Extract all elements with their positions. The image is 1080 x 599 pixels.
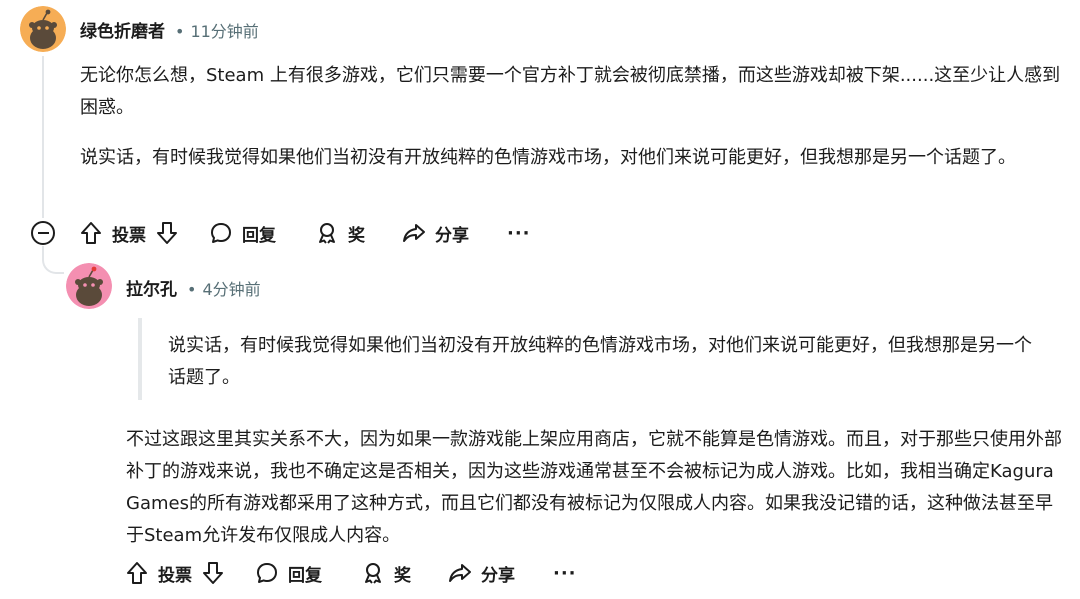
speech-bubble-icon	[254, 558, 280, 588]
comment-actions: 投票 回复 奖 分享 ···	[78, 218, 531, 248]
arrow-up-icon	[78, 218, 104, 248]
downvote-button[interactable]	[200, 558, 226, 588]
avatar[interactable]	[66, 263, 112, 309]
share-arrow-icon	[447, 558, 473, 588]
upvote-button[interactable]: 投票	[78, 218, 146, 248]
arrow-down-icon	[200, 558, 226, 588]
reply-label: 回复	[242, 225, 276, 246]
avatar[interactable]	[20, 6, 66, 52]
more-options-button[interactable]: ···	[507, 223, 531, 244]
thread-line[interactable]	[42, 56, 44, 218]
arrow-down-icon	[154, 218, 180, 248]
share-button[interactable]: 分享	[401, 218, 469, 248]
snoo-avatar-icon	[20, 6, 66, 52]
separator-dot: •	[175, 22, 185, 41]
comment-paragraph: 无论你怎么想，Steam 上有很多游戏，它们只需要一个官方补丁就会被彻底禁播，而…	[80, 65, 1061, 118]
award-ribbon-icon	[360, 558, 386, 588]
award-button[interactable]: 奖	[314, 218, 365, 248]
comment-header: 绿色折磨者 • 11分钟前	[80, 17, 259, 42]
vote-label: 投票	[112, 225, 146, 246]
username[interactable]: 拉尔孔	[126, 275, 177, 300]
share-label: 分享	[435, 225, 469, 246]
vote-label: 投票	[158, 565, 192, 586]
reply-button[interactable]: 回复	[254, 558, 322, 588]
separator-dot: •	[187, 280, 197, 299]
award-label: 奖	[394, 565, 411, 586]
reply-label: 回复	[288, 565, 322, 586]
timestamp[interactable]: 11分钟前	[190, 18, 258, 42]
award-button[interactable]: 奖	[360, 558, 411, 588]
arrow-up-icon	[124, 558, 150, 588]
collapse-thread-button[interactable]	[31, 221, 55, 245]
comment-paragraph: 不过这跟这里其实关系不大，因为如果一款游戏能上架应用商店，它就不能算是色情游戏。…	[126, 429, 1062, 546]
share-button[interactable]: 分享	[447, 558, 515, 588]
reply-button[interactable]: 回复	[208, 218, 276, 248]
comment-thread: 绿色折磨者 • 11分钟前 无论你怎么想，Steam 上有很多游戏，它们只需要一…	[0, 0, 1080, 599]
blockquote: 说实话，有时候我觉得如果他们当初没有开放纯粹的色情游戏市场，对他们来说可能更好，…	[138, 318, 1038, 400]
share-label: 分享	[481, 565, 515, 586]
more-options-button[interactable]: ···	[553, 563, 577, 584]
comment-paragraph: 说实话，有时候我觉得如果他们当初没有开放纯粹的色情游戏市场，对他们来说可能更好，…	[80, 147, 1016, 168]
award-ribbon-icon	[314, 218, 340, 248]
upvote-button[interactable]: 投票	[124, 558, 192, 588]
minus-icon	[37, 232, 49, 234]
downvote-button[interactable]	[154, 218, 180, 248]
snoo-avatar-icon	[66, 263, 112, 309]
comment-actions: 投票 回复 奖 分享 ···	[124, 558, 577, 588]
comment-header: 拉尔孔 • 4分钟前	[126, 275, 261, 300]
username[interactable]: 绿色折磨者	[80, 17, 165, 42]
share-arrow-icon	[401, 218, 427, 248]
speech-bubble-icon	[208, 218, 234, 248]
award-label: 奖	[348, 225, 365, 246]
thread-line-branch	[42, 246, 64, 274]
timestamp[interactable]: 4分钟前	[202, 276, 260, 300]
